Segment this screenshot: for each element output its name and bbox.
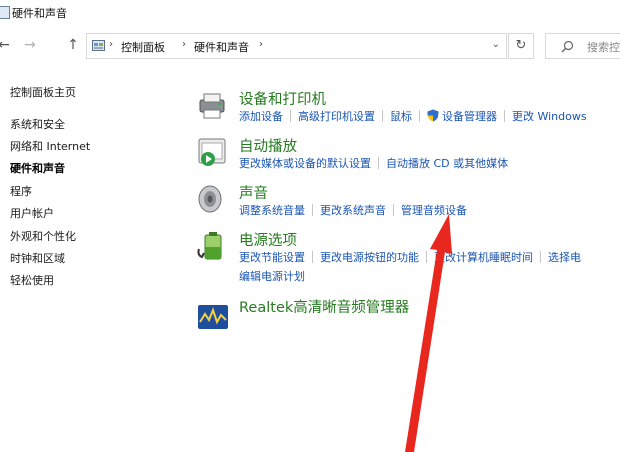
control-panel-window-icon bbox=[0, 6, 10, 19]
search-icon bbox=[561, 40, 574, 53]
link-divider bbox=[312, 204, 313, 216]
category-title-power-options[interactable]: 电源选项 bbox=[239, 229, 297, 250]
link-change-power-saving[interactable]: 更改节能设置 bbox=[239, 251, 305, 264]
link-divider bbox=[312, 251, 313, 263]
printer-icon bbox=[199, 93, 225, 119]
power-options-links-row1: 更改节能设置 更改电源按钮的功能 更改计算机睡眠时间 选择电 bbox=[239, 249, 581, 265]
link-divider bbox=[290, 110, 291, 122]
link-advanced-printer-setup[interactable]: 高级打印机设置 bbox=[298, 110, 375, 123]
sidebar-item-ease-of-access[interactable]: 轻松使用 bbox=[10, 272, 54, 288]
sound-links: 调整系统音量 更改系统声音 管理音频设备 bbox=[239, 202, 467, 218]
link-change-system-sounds[interactable]: 更改系统声音 bbox=[320, 204, 386, 217]
address-dropdown-icon[interactable]: ⌄ bbox=[492, 39, 500, 50]
autoplay-links: 更改媒体或设备的默认设置 自动播放 CD 或其他媒体 bbox=[239, 155, 508, 171]
category-title-autoplay[interactable]: 自动播放 bbox=[239, 135, 297, 156]
refresh-button[interactable]: ↻ bbox=[508, 33, 534, 59]
window-title: 硬件和声音 bbox=[12, 7, 67, 20]
link-mouse[interactable]: 鼠标 bbox=[390, 110, 412, 123]
link-edit-power-plan[interactable]: 编辑电源计划 bbox=[239, 270, 305, 283]
search-box[interactable]: 搜索控制 bbox=[545, 33, 620, 59]
devices-printers-links: 添加设备 高级打印机设置 鼠标 设备管理器 更改 Windows bbox=[239, 108, 587, 124]
autoplay-icon bbox=[198, 138, 226, 166]
sidebar-home-link[interactable]: 控制面板主页 bbox=[10, 84, 76, 100]
sidebar-item-user-accounts[interactable]: 用户帐户 bbox=[10, 205, 54, 221]
control-panel-icon bbox=[92, 40, 105, 51]
link-change-sleep-time[interactable]: 更改计算机睡眠时间 bbox=[434, 251, 533, 264]
title-bar: 硬件和声音 bbox=[0, 0, 620, 26]
link-divider bbox=[419, 110, 420, 122]
link-divider bbox=[426, 251, 427, 263]
forward-arrow-icon[interactable]: → bbox=[22, 36, 38, 54]
link-divider bbox=[504, 110, 505, 122]
link-autoplay-cd[interactable]: 自动播放 CD 或其他媒体 bbox=[386, 157, 508, 170]
search-placeholder: 搜索控制 bbox=[587, 41, 620, 54]
category-title-devices-printers[interactable]: 设备和打印机 bbox=[239, 88, 326, 109]
link-change-media-defaults[interactable]: 更改媒体或设备的默认设置 bbox=[239, 157, 371, 170]
power-options-links-row2: 编辑电源计划 bbox=[239, 268, 305, 284]
breadcrumb-control-panel[interactable]: 控制面板 bbox=[121, 39, 165, 55]
battery-icon bbox=[197, 232, 222, 260]
sidebar-item-hardware-sound[interactable]: 硬件和声音 bbox=[10, 160, 65, 176]
link-change-power-button[interactable]: 更改电源按钮的功能 bbox=[320, 251, 419, 264]
navigation-bar: ← → ↑ › 控制面板 › 硬件和声音 › ⌄ ↻ 搜索控制 bbox=[0, 30, 620, 62]
link-add-device[interactable]: 添加设备 bbox=[239, 110, 283, 123]
refresh-icon: ↻ bbox=[515, 38, 527, 53]
link-divider bbox=[393, 204, 394, 216]
address-bar[interactable]: › 控制面板 › 硬件和声音 › ⌄ bbox=[86, 33, 507, 59]
back-arrow-icon[interactable]: ← bbox=[0, 36, 12, 54]
uac-shield-icon bbox=[427, 109, 439, 122]
sidebar-item-programs[interactable]: 程序 bbox=[10, 183, 32, 199]
link-device-manager[interactable]: 设备管理器 bbox=[442, 110, 497, 123]
sidebar-item-appearance[interactable]: 外观和个性化 bbox=[10, 228, 76, 244]
link-divider bbox=[540, 251, 541, 263]
sidebar-item-clock-region[interactable]: 时钟和区域 bbox=[10, 250, 65, 266]
link-change-windows[interactable]: 更改 Windows bbox=[512, 110, 587, 123]
speaker-icon bbox=[198, 185, 222, 213]
breadcrumb-separator-icon: › bbox=[109, 39, 113, 50]
realtek-audio-icon bbox=[198, 305, 228, 329]
breadcrumb-hardware-and-sound[interactable]: 硬件和声音 bbox=[194, 39, 249, 55]
link-manage-audio-devices[interactable]: 管理音频设备 bbox=[401, 204, 467, 217]
breadcrumb-separator-icon: › bbox=[259, 39, 263, 50]
link-divider bbox=[382, 110, 383, 122]
up-arrow-icon[interactable]: ↑ bbox=[65, 36, 81, 54]
category-title-realtek-audio[interactable]: Realtek高清晰音频管理器 bbox=[239, 296, 409, 317]
annotation-arrow bbox=[405, 214, 452, 452]
sidebar-item-network-internet[interactable]: 网络和 Internet bbox=[10, 138, 90, 154]
breadcrumb-separator-icon: › bbox=[182, 39, 186, 50]
link-divider bbox=[378, 157, 379, 169]
sidebar-item-system-security[interactable]: 系统和安全 bbox=[10, 116, 65, 132]
category-title-sound[interactable]: 声音 bbox=[239, 182, 268, 203]
link-adjust-volume[interactable]: 调整系统音量 bbox=[239, 204, 305, 217]
link-choose-power-plan[interactable]: 选择电 bbox=[548, 251, 581, 264]
